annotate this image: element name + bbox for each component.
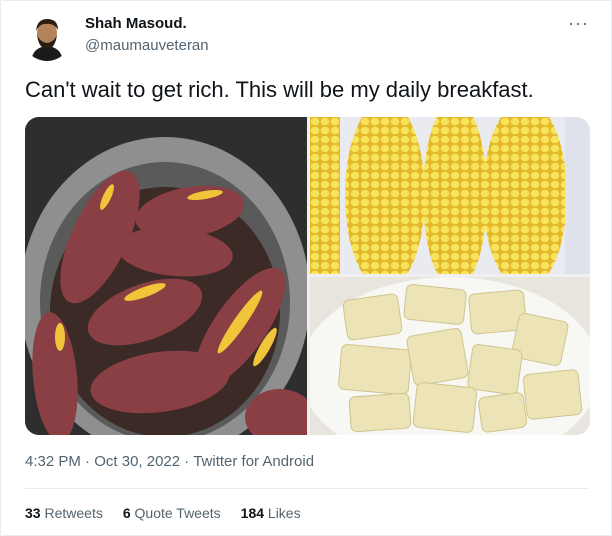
tweet-stats: 33 Retweets 6 Quote Tweets 184 Likes (25, 505, 321, 521)
tweet-source[interactable]: Twitter for Android (193, 453, 314, 470)
likes-count: 184 (240, 505, 265, 521)
retweets-stat[interactable]: 33 Retweets (25, 505, 103, 521)
divider (25, 488, 589, 489)
tweet-card: Shah Masoud. @maumauveteran ··· Can't wa… (0, 0, 612, 536)
sweet-potatoes-image[interactable] (25, 117, 307, 435)
quote-tweets-stat[interactable]: 6 Quote Tweets (123, 505, 221, 521)
likes-stat[interactable]: 184 Likes (241, 505, 301, 521)
likes-label: Likes (267, 505, 301, 521)
meta-separator: · (180, 453, 194, 470)
meta-separator: · (80, 453, 95, 470)
retweets-count: 33 (25, 505, 41, 521)
tweet-date[interactable]: Oct 30, 2022 (94, 453, 180, 470)
media-grid[interactable] (25, 117, 590, 435)
retweets-label: Retweets (44, 505, 103, 521)
author-handle[interactable]: @maumauveteran (85, 37, 209, 54)
boiled-cassava-image[interactable] (310, 277, 590, 435)
tweet-text: Can't wait to get rich. This will be my … (25, 77, 534, 102)
quote-tweets-label: Quote Tweets (134, 505, 221, 521)
author-name[interactable]: Shah Masoud. (85, 15, 187, 32)
tweet-meta: 4:32 PM · Oct 30, 2022 · Twitter for And… (25, 453, 314, 470)
avatar-image (23, 13, 71, 61)
boiled-corn-image[interactable] (310, 117, 590, 274)
tweet-time[interactable]: 4:32 PM (25, 453, 81, 470)
ellipsis-icon[interactable]: ··· (568, 13, 589, 34)
avatar[interactable] (23, 13, 71, 61)
quote-tweets-count: 6 (122, 505, 131, 521)
